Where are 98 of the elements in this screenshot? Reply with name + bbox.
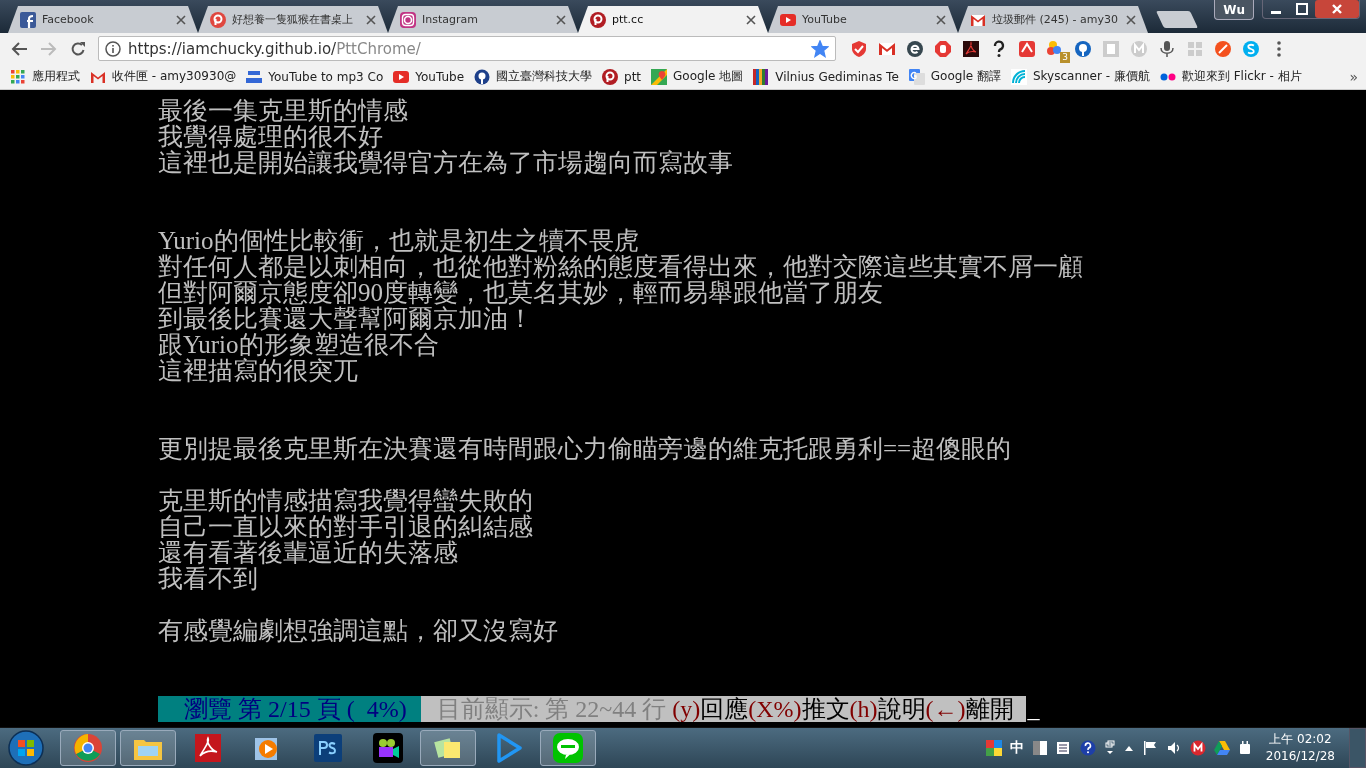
- play-icon: [780, 11, 796, 28]
- browser-tab[interactable]: ptt.cc: [578, 6, 768, 33]
- article-line: 克里斯的情感描寫我覺得蠻失敗的: [158, 488, 534, 514]
- circle-letter-icon: [210, 11, 226, 28]
- article-line: 還有看著後輩逼近的失落感: [158, 540, 459, 566]
- grid-icon: [10, 68, 26, 85]
- bookmark-link[interactable]: 收件匣 - amy30930@: [90, 68, 237, 85]
- article-line: 對任何人都是以刺相向，也從他對粉絲的態度看得出來，他對交際這些其實不屑一顧: [158, 254, 1084, 280]
- up-caret-icon[interactable]: [1123, 744, 1134, 752]
- square-letter-icon: [20, 11, 36, 28]
- dots-icon[interactable]: [1046, 39, 1064, 58]
- check-square-icon[interactable]: [1018, 39, 1036, 58]
- bookmark-link[interactable]: 應用程式: [10, 68, 80, 85]
- browser-tab[interactable]: YouTube: [768, 6, 958, 33]
- half-square-icon[interactable]: [1031, 740, 1048, 756]
- page-indicator: 瀏覽 第 2/15 頁 ( 4%): [158, 696, 421, 722]
- stop-hand-icon[interactable]: [934, 39, 952, 58]
- list-icon[interactable]: [1055, 740, 1072, 756]
- browser-tab[interactable]: Facebook: [8, 6, 198, 33]
- speaker-icon[interactable]: [1165, 740, 1182, 756]
- article-line: 我覺得處理的很不好: [158, 124, 383, 150]
- url-text: https://iamchucky.github.io/PttChrome/: [128, 39, 422, 58]
- speech-bubble-icon: [552, 732, 584, 764]
- stacked-bars-icon: [246, 68, 263, 85]
- info-icon: [105, 40, 121, 57]
- translate-icon: [908, 68, 925, 85]
- article-line: 有感覺編劇想強調這點，卻又沒寫好: [158, 618, 559, 644]
- article-line: 到最後比賽還大聲幫阿爾京加油！: [158, 306, 534, 332]
- close-icon[interactable]: [366, 14, 376, 25]
- article-line: 自己一直以來的對手引退的糾結感: [158, 514, 534, 540]
- clock[interactable]: 上午 02:02 2016/12/28: [1259, 731, 1341, 765]
- close-icon[interactable]: [1126, 14, 1136, 25]
- bookmark-link[interactable]: YouTube to mp3 Co: [246, 68, 384, 85]
- play-icon: [393, 68, 410, 85]
- bookmark-link[interactable]: Vilnius Gediminas Te: [753, 68, 899, 85]
- microphone-icon[interactable]: [1158, 39, 1176, 58]
- tab-title: 好想養一隻狐猴在書桌上: [232, 12, 354, 27]
- tab-title: Facebook: [42, 13, 95, 26]
- circle-letter-icon: [590, 11, 606, 28]
- back-arrow-icon[interactable]: [10, 40, 28, 57]
- map-pin-icon: [651, 68, 668, 85]
- shield-icon[interactable]: [850, 39, 868, 58]
- tab-title: 垃圾郵件 (245) - amy30: [992, 12, 1119, 27]
- stripes-icon: [753, 68, 770, 85]
- browser-tab[interactable]: 垃圾郵件 (245) - amy30: [958, 6, 1148, 33]
- browser-icon: [72, 732, 104, 764]
- browser-tab[interactable]: 好想養一隻狐猴在書桌上: [198, 6, 388, 33]
- article-line: 這裡描寫的很突兀: [158, 358, 359, 384]
- text-cursor: _: [1026, 696, 1040, 722]
- taskbar-button[interactable]: [420, 730, 476, 766]
- more-bookmarks-button[interactable]: »: [1349, 68, 1358, 85]
- document-icon[interactable]: [962, 39, 980, 58]
- close-icon[interactable]: [746, 14, 756, 25]
- address-bar[interactable]: https://iamchucky.github.io/PttChrome/: [98, 36, 836, 61]
- flag-icon[interactable]: [1141, 740, 1158, 756]
- bookmark-link[interactable]: Skyscanner - 廉價航: [1010, 68, 1150, 85]
- camera-icon: [400, 11, 416, 28]
- bookmark-link[interactable]: Google 地圖: [651, 68, 744, 85]
- start-orb-icon[interactable]: [6, 729, 46, 767]
- bookmark-link[interactable]: Google 翻譯: [908, 68, 1001, 85]
- plug-icon[interactable]: [1237, 740, 1252, 756]
- circle-letter-icon: [602, 68, 619, 85]
- profile-button[interactable]: Wu: [1214, 0, 1254, 20]
- triangle-icon[interactable]: [1213, 740, 1230, 756]
- article-line: 但對阿爾京態度卻90度轉變，也莫名其妙，輕而易舉跟他當了朋友: [158, 280, 884, 306]
- close-icon[interactable]: [556, 14, 566, 25]
- browser-tab[interactable]: Instagram: [388, 6, 578, 33]
- taskbar-button[interactable]: [540, 730, 596, 766]
- article-line: Yurio的個性比較衝，也就是初生之犢不畏虎: [158, 228, 639, 254]
- square-letters-icon: [312, 732, 344, 764]
- document-icon: [192, 732, 224, 764]
- reload-icon[interactable]: [70, 40, 86, 57]
- input-method-indicator[interactable]: 中: [1009, 739, 1024, 757]
- help-hint: 目前顯示: 第 22~44 行 (y)回應(X%)推文(h)說明(←)離開: [420, 696, 1026, 722]
- brush-icon[interactable]: [1214, 39, 1232, 58]
- bookmark-link[interactable]: 國立臺灣科技大學: [474, 68, 593, 85]
- tab-title: Instagram: [422, 13, 479, 26]
- circle-letter-icon[interactable]: [906, 39, 924, 58]
- article-line: 這裡也是開始讓我覺得官方在為了市場趨向而寫故事: [158, 150, 734, 176]
- tab-title: ptt.cc: [612, 13, 645, 26]
- new-tab-button[interactable]: [1156, 11, 1198, 28]
- close-icon[interactable]: [936, 14, 946, 25]
- article-line: 更別提最後克里斯在決賽還有時間跟心力偷瞄旁邊的維克托跟勇利==超傻眼的: [158, 436, 1013, 462]
- count-badge: 3: [1060, 51, 1070, 63]
- waves-icon: [1010, 68, 1027, 85]
- bookmark-link[interactable]: YouTube: [393, 68, 465, 85]
- article-line: 跟Yurio的形象塑造很不合: [158, 332, 440, 358]
- video-camera-icon: [372, 732, 404, 764]
- close-icon[interactable]: [176, 14, 186, 25]
- help-icon[interactable]: [1079, 740, 1096, 756]
- bookmark-link[interactable]: ptt: [602, 68, 642, 85]
- article-line: 我看不到: [158, 566, 259, 592]
- bookmark-link[interactable]: 歡迎來到 Flickr - 相片: [1159, 68, 1302, 85]
- article-line: 最後一集克里斯的情感: [158, 98, 409, 124]
- close-icon[interactable]: [1315, 0, 1359, 18]
- circle-letter-icon[interactable]: [1189, 740, 1206, 756]
- tab-title: YouTube: [802, 13, 848, 26]
- star-icon[interactable]: [811, 39, 829, 58]
